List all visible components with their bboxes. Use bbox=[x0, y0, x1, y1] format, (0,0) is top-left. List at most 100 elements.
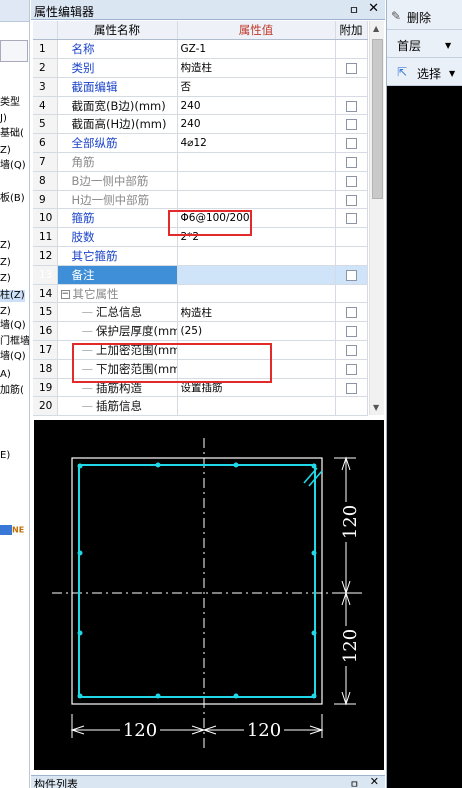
tree-item[interactable]: Z) bbox=[0, 240, 11, 252]
tree-item[interactable]: E) bbox=[0, 450, 10, 462]
property-row[interactable]: 15— 汇总信息 构造柱 bbox=[33, 302, 368, 323]
extra-checkbox[interactable] bbox=[345, 138, 357, 150]
close-icon[interactable]: ✕ bbox=[370, 775, 379, 788]
extra-checkbox[interactable] bbox=[345, 175, 357, 187]
tree-item[interactable]: J) bbox=[0, 113, 7, 125]
extra-checkbox[interactable] bbox=[345, 269, 357, 281]
property-row[interactable]: 6 全部纵筋 4⌀12 bbox=[33, 133, 368, 154]
scroll-down-icon[interactable]: ▼ bbox=[373, 403, 379, 412]
scroll-thumb[interactable] bbox=[372, 39, 383, 199]
property-row[interactable]: 3 截面编辑 否 bbox=[33, 77, 368, 97]
tree-item[interactable]: 墙(Q) bbox=[0, 351, 26, 363]
tree-item[interactable]: Z) bbox=[0, 145, 11, 157]
header-extra[interactable]: 附加 bbox=[335, 21, 368, 41]
extra-checkbox[interactable] bbox=[345, 344, 357, 356]
property-row[interactable]: 16— 保护层厚度(mm) (25) bbox=[33, 321, 368, 342]
pin-icon[interactable]: ㅁ bbox=[349, 2, 359, 18]
collapse-icon[interactable]: − bbox=[60, 289, 70, 299]
grid-icon bbox=[0, 525, 12, 535]
property-value[interactable] bbox=[177, 246, 336, 266]
property-row[interactable]: 4 截面宽(B边)(mm) 240 bbox=[33, 96, 368, 116]
property-value[interactable] bbox=[177, 284, 336, 304]
row-number: 11 bbox=[33, 227, 58, 248]
property-value[interactable] bbox=[177, 152, 336, 172]
property-row[interactable]: 20— 插筋信息 bbox=[33, 396, 368, 417]
extra-checkbox[interactable] bbox=[345, 194, 357, 206]
new-component-button[interactable]: NE bbox=[0, 525, 29, 537]
tree-item[interactable]: 柱(Z) bbox=[0, 290, 25, 302]
scroll-up-icon[interactable]: ▲ bbox=[373, 24, 379, 33]
property-value[interactable]: (25) bbox=[177, 321, 336, 342]
property-row[interactable]: 13 备注 bbox=[33, 265, 368, 285]
property-value[interactable]: 240 bbox=[177, 96, 336, 116]
property-name: 肢数 bbox=[57, 227, 178, 248]
property-name-label: 全部纵筋 bbox=[71, 136, 118, 151]
select-button[interactable]: ⇱ 选择 ▼ bbox=[387, 60, 462, 86]
tree-item[interactable]: Z) bbox=[0, 306, 11, 318]
extra-checkbox[interactable] bbox=[345, 213, 357, 225]
tree-item[interactable]: 墙(Q) bbox=[0, 320, 26, 332]
pin-icon[interactable]: ㅁ bbox=[350, 776, 359, 788]
property-value[interactable]: 否 bbox=[177, 77, 336, 97]
header-name[interactable]: 属性名称 bbox=[57, 21, 178, 41]
property-name: 角筋 bbox=[57, 152, 178, 172]
component-list-title: 构件列表 bbox=[34, 778, 78, 788]
property-row[interactable]: 8 B边一侧中部筋 bbox=[33, 171, 368, 191]
property-value[interactable] bbox=[177, 171, 336, 191]
tree-item[interactable]: Z) bbox=[0, 273, 11, 285]
extra-checkbox[interactable] bbox=[345, 307, 357, 319]
property-name: 箍筋 bbox=[57, 208, 178, 229]
tree-item[interactable]: A) bbox=[0, 369, 11, 381]
property-name: 截面宽(B边)(mm) bbox=[57, 96, 178, 116]
close-icon[interactable]: ✕ bbox=[368, 1, 379, 16]
tree-item[interactable]: 门框墙 bbox=[0, 336, 29, 348]
property-value[interactable] bbox=[177, 265, 336, 285]
row-number: 18 bbox=[33, 359, 58, 379]
property-value[interactable]: 4⌀12 bbox=[177, 133, 336, 154]
property-row[interactable]: 12 其它箍筋 bbox=[33, 246, 368, 266]
property-row[interactable]: 5 截面高(H边)(mm) 240 bbox=[33, 114, 368, 135]
property-row[interactable]: 14− 其它属性 bbox=[33, 284, 368, 304]
delete-label: 删除 bbox=[407, 11, 432, 25]
tree-item[interactable]: 板(B) bbox=[0, 193, 25, 205]
property-name-label: 角筋 bbox=[71, 154, 95, 169]
delete-button[interactable]: ✎ 删除 bbox=[387, 4, 462, 30]
tree-item[interactable]: Z) bbox=[0, 257, 11, 269]
section-svg: 120 120 120 120 bbox=[52, 438, 364, 750]
tree-item[interactable]: 基础( bbox=[0, 128, 24, 140]
property-value[interactable]: GZ-1 bbox=[177, 39, 336, 60]
property-value[interactable] bbox=[177, 396, 336, 417]
property-value[interactable]: 构造柱 bbox=[177, 58, 336, 78]
row-number: 17 bbox=[33, 340, 58, 360]
property-value[interactable] bbox=[177, 190, 336, 210]
tree-item[interactable]: 墙(Q) bbox=[0, 160, 26, 172]
property-row[interactable]: 2 类别 构造柱 bbox=[33, 58, 368, 78]
extra-checkbox[interactable] bbox=[345, 326, 357, 338]
extra-checkbox[interactable] bbox=[345, 119, 357, 131]
property-scrollbar[interactable]: ▲ ▼ bbox=[369, 21, 384, 415]
property-value[interactable]: 240 bbox=[177, 114, 336, 135]
floor-select[interactable]: 首层 ▼ bbox=[387, 32, 462, 58]
extra-checkbox[interactable] bbox=[345, 62, 357, 74]
tree-item[interactable]: 类型 bbox=[0, 97, 20, 109]
property-name-label: 名称 bbox=[71, 42, 95, 57]
property-row[interactable]: 1 名称 GZ-1 bbox=[33, 39, 368, 60]
tree-item[interactable]: 加筋( bbox=[0, 385, 24, 397]
extra-checkbox[interactable] bbox=[345, 100, 357, 112]
extra-checkbox[interactable] bbox=[345, 156, 357, 168]
tree-line-icon: — bbox=[81, 324, 94, 339]
property-value[interactable]: 构造柱 bbox=[177, 302, 336, 323]
property-row[interactable]: 7 角筋 bbox=[33, 152, 368, 172]
header-value[interactable]: 属性值 bbox=[177, 21, 336, 41]
chevron-down-icon: ▼ bbox=[445, 41, 452, 50]
extra-checkbox[interactable] bbox=[345, 363, 357, 375]
property-name-label: B边一侧中部筋 bbox=[71, 173, 149, 188]
rebar-dot bbox=[311, 550, 317, 556]
drawing-canvas[interactable] bbox=[387, 86, 462, 788]
row-number: 13 bbox=[33, 265, 58, 285]
left-panel-input[interactable] bbox=[0, 40, 28, 62]
rebar-dot bbox=[233, 693, 239, 699]
property-row[interactable]: 9 H边一侧中部筋 bbox=[33, 190, 368, 210]
section-drawing[interactable]: 120 120 120 120 bbox=[34, 420, 384, 770]
extra-checkbox[interactable] bbox=[345, 382, 357, 394]
